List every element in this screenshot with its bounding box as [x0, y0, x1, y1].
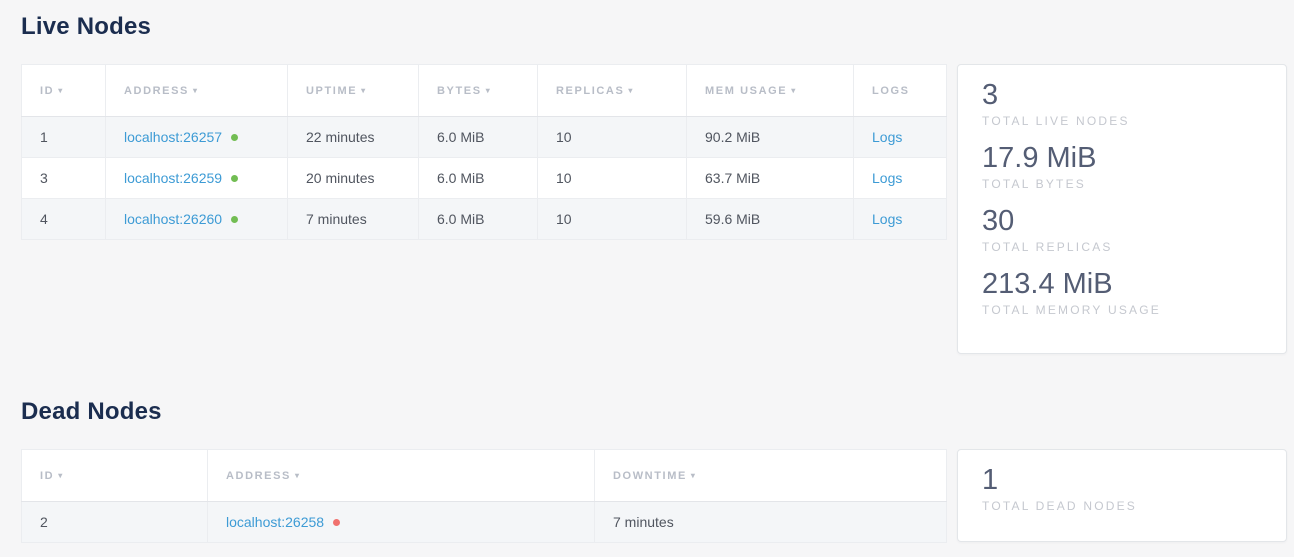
node-mem-usage-cell: 63.7 MiB — [687, 158, 854, 199]
dead-nodes-title: Dead Nodes — [21, 398, 1287, 426]
column-header-label: LOGS — [872, 85, 910, 97]
live-node-row: 1 localhost:26257 22 minutes 6.0 MiB 10 … — [22, 117, 947, 158]
dead-node-row: 2 localhost:26258 7 minutes — [22, 502, 947, 543]
node-mem-usage-cell: 90.2 MiB — [687, 117, 854, 158]
live-status-icon — [231, 216, 238, 223]
sort-desc-icon: ▾ — [361, 86, 367, 95]
live-status-icon — [231, 134, 238, 141]
node-id-cell: 1 — [22, 117, 106, 158]
column-header-logs: LOGS — [854, 65, 947, 117]
node-address-cell: localhost:26258 — [208, 502, 595, 543]
stat-total-dead-nodes: 1 TOTAL DEAD NODES — [982, 463, 1262, 513]
stat-value: 30 — [982, 204, 1262, 238]
stat-label: TOTAL LIVE NODES — [982, 114, 1262, 128]
dead-nodes-summary-panel: 1 TOTAL DEAD NODES — [957, 449, 1287, 542]
column-header-downtime[interactable]: DOWNTIME ▾ — [595, 450, 947, 502]
live-node-row: 3 localhost:26259 20 minutes 6.0 MiB 10 … — [22, 158, 947, 199]
sort-desc-icon: ▾ — [791, 86, 797, 95]
node-address-cell: localhost:26259 — [106, 158, 288, 199]
node-bytes-cell: 6.0 MiB — [419, 158, 538, 199]
live-table-header-row: ID ▾ ADDRESS ▾ UPTIME ▾ BYTES ▾ REPLICAS ▾ ME… — [22, 65, 947, 117]
node-mem-usage-cell: 59.6 MiB — [687, 199, 854, 240]
stat-total-replicas: 30 TOTAL REPLICAS — [982, 204, 1262, 254]
column-header-label: ID — [40, 85, 54, 97]
column-header-address[interactable]: ADDRESS ▾ — [208, 450, 595, 502]
stat-value: 1 — [982, 463, 1262, 497]
stat-total-live-nodes: 3 TOTAL LIVE NODES — [982, 78, 1262, 128]
sort-desc-icon: ▾ — [486, 86, 492, 95]
stat-label: TOTAL BYTES — [982, 177, 1262, 191]
column-header-uptime[interactable]: UPTIME ▾ — [288, 65, 419, 117]
live-nodes-section: Live Nodes ID ▾ ADDRESS ▾ UPTIME ▾ BYTES ▾ R… — [21, 13, 1287, 354]
stat-label: TOTAL MEMORY USAGE — [982, 303, 1262, 317]
node-logs-cell: Logs — [854, 117, 947, 158]
column-header-label: DOWNTIME — [613, 470, 687, 482]
column-header-replicas[interactable]: REPLICAS ▾ — [538, 65, 687, 117]
node-bytes-cell: 6.0 MiB — [419, 117, 538, 158]
node-logs-cell: Logs — [854, 199, 947, 240]
node-bytes-cell: 6.0 MiB — [419, 199, 538, 240]
stat-value: 213.4 MiB — [982, 267, 1262, 301]
live-nodes-table: ID ▾ ADDRESS ▾ UPTIME ▾ BYTES ▾ REPLICAS ▾ ME… — [21, 64, 947, 240]
column-header-label: ADDRESS — [124, 85, 189, 97]
node-address-cell: localhost:26257 — [106, 117, 288, 158]
node-address-cell: localhost:26260 — [106, 199, 288, 240]
stat-total-bytes: 17.9 MiB TOTAL BYTES — [982, 141, 1262, 191]
stat-value: 17.9 MiB — [982, 141, 1262, 175]
node-address-link[interactable]: localhost:26260 — [124, 211, 222, 227]
dead-nodes-section: Dead Nodes ID▾ ADDRESS▾ DOWNTIME▾ 2 lo — [21, 398, 1287, 543]
live-node-row: 4 localhost:26260 7 minutes 6.0 MiB 10 5… — [22, 199, 947, 240]
dead-table-header-row: ID ▾ ADDRESS ▾ DOWNTIME ▾ — [22, 450, 947, 502]
node-logs-link[interactable]: Logs — [872, 170, 902, 186]
stat-total-memory-usage: 213.4 MiB TOTAL MEMORY USAGE — [982, 267, 1262, 317]
sort-desc-icon: ▾ — [295, 471, 301, 480]
column-header-label: BYTES — [437, 85, 482, 97]
sort-desc-icon: ▾ — [58, 471, 64, 480]
stat-label: TOTAL REPLICAS — [982, 240, 1262, 254]
column-header-id[interactable]: ID ▾ — [22, 65, 106, 117]
column-header-label: ADDRESS — [226, 470, 291, 482]
node-address-link[interactable]: localhost:26258 — [226, 514, 324, 530]
dead-nodes-table: ID ▾ ADDRESS ▾ DOWNTIME ▾ 2 localhost:26258… — [21, 449, 947, 543]
column-header-id[interactable]: ID ▾ — [22, 450, 208, 502]
node-id-cell: 4 — [22, 199, 106, 240]
column-header-label: ID — [40, 470, 54, 482]
sort-desc-icon: ▾ — [691, 471, 697, 480]
stat-value: 3 — [982, 78, 1262, 112]
node-replicas-cell: 10 — [538, 199, 687, 240]
sort-desc-icon: ▾ — [58, 86, 64, 95]
live-nodes-title: Live Nodes — [21, 13, 1287, 41]
node-id-cell: 2 — [22, 502, 208, 543]
live-nodes-summary-panel: 3 TOTAL LIVE NODES 17.9 MiB TOTAL BYTES … — [957, 64, 1287, 354]
node-logs-cell: Logs — [854, 158, 947, 199]
node-logs-link[interactable]: Logs — [872, 129, 902, 145]
node-address-link[interactable]: localhost:26257 — [124, 129, 222, 145]
node-replicas-cell: 10 — [538, 158, 687, 199]
node-replicas-cell: 10 — [538, 117, 687, 158]
stat-label: TOTAL DEAD NODES — [982, 499, 1262, 513]
nodes-overview-page: Live Nodes ID ▾ ADDRESS ▾ UPTIME ▾ BYTES ▾ R… — [0, 0, 1294, 543]
node-uptime-cell: 22 minutes — [288, 117, 419, 158]
column-header-bytes[interactable]: BYTES ▾ — [419, 65, 538, 117]
node-uptime-cell: 20 minutes — [288, 158, 419, 199]
column-header-label: UPTIME — [306, 85, 357, 97]
node-uptime-cell: 7 minutes — [288, 199, 419, 240]
node-id-cell: 3 — [22, 158, 106, 199]
live-status-icon — [231, 175, 238, 182]
node-address-link[interactable]: localhost:26259 — [124, 170, 222, 186]
column-header-address[interactable]: ADDRESS ▾ — [106, 65, 288, 117]
dead-status-icon — [333, 519, 340, 526]
sort-desc-icon: ▾ — [628, 86, 634, 95]
column-header-mem-usage[interactable]: MEM USAGE ▾ — [687, 65, 854, 117]
node-downtime-cell: 7 minutes — [595, 502, 947, 543]
sort-desc-icon: ▾ — [193, 86, 199, 95]
column-header-label: REPLICAS — [556, 85, 624, 97]
node-logs-link[interactable]: Logs — [872, 211, 902, 227]
column-header-label: MEM USAGE — [705, 85, 787, 97]
